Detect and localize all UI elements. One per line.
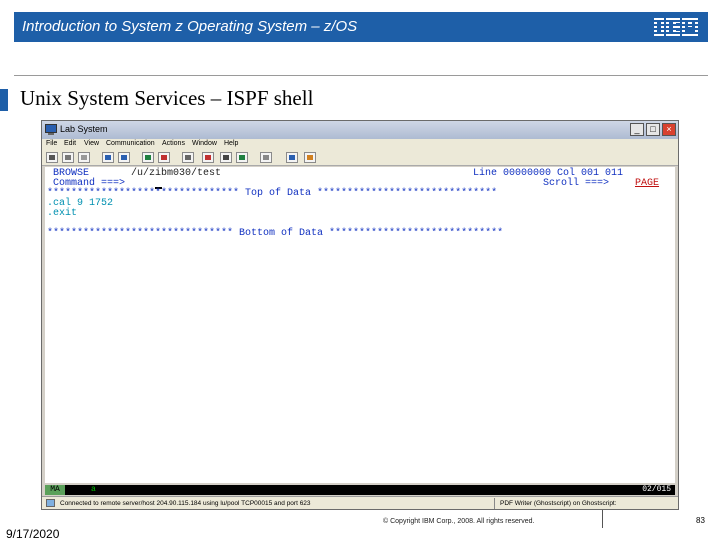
page-number: 83: [696, 516, 705, 525]
connection-status: Connected to remote server/host 204.90.1…: [60, 500, 311, 507]
scroll-label: Scroll ===>: [543, 178, 610, 189]
status-separator: [494, 498, 495, 509]
title-accent-bar: [0, 89, 8, 111]
terminal-emulator-window: Lab System _ □ × File Edit View Communic…: [41, 120, 679, 510]
menu-help[interactable]: Help: [224, 140, 238, 147]
menu-actions[interactable]: Actions: [162, 140, 185, 147]
oia-session-indicator: MA: [45, 485, 65, 495]
oia-cursor-position: 02/015: [642, 485, 671, 494]
menu-communication[interactable]: Communication: [106, 140, 155, 147]
close-button[interactable]: ×: [662, 123, 676, 136]
receive-icon[interactable]: [118, 152, 130, 163]
menu-edit[interactable]: Edit: [64, 140, 76, 147]
display-icon[interactable]: [142, 152, 154, 163]
bottom-of-data-marker: ******************************* Bottom o…: [47, 228, 504, 239]
footer-date: 9/17/2020: [6, 527, 60, 540]
oia-connection-indicator: a: [91, 485, 96, 494]
footer-copyright: © Copyright IBM Corp., 2008. All rights …: [383, 518, 535, 525]
play-icon[interactable]: [236, 152, 248, 163]
data-line-2: .exit: [47, 208, 78, 219]
terminal-screen[interactable]: BROWSE /u/zibm030/test Line 00000000 Col…: [45, 167, 675, 483]
slide-header-title: Introduction to System z Operating Syste…: [22, 18, 358, 35]
menu-window[interactable]: Window: [192, 140, 217, 147]
maximize-button[interactable]: □: [646, 123, 660, 136]
menu-file[interactable]: File: [46, 140, 57, 147]
macro-icon[interactable]: [202, 152, 214, 163]
help-icon[interactable]: [304, 152, 316, 163]
keyboard-icon[interactable]: [260, 152, 272, 163]
footer-divider: [602, 510, 603, 528]
paste-icon[interactable]: [78, 152, 90, 163]
menu-view[interactable]: View: [84, 140, 99, 147]
print-icon[interactable]: [46, 152, 58, 163]
ibm-logo: [654, 18, 698, 36]
toolbar: [42, 150, 678, 166]
record-icon[interactable]: [220, 152, 232, 163]
scroll-amount-field[interactable]: PAGE: [635, 179, 659, 189]
copy-icon[interactable]: [62, 152, 74, 163]
status-bar: Connected to remote server/host 204.90.1…: [42, 496, 678, 509]
settings-icon[interactable]: [182, 152, 194, 163]
slide-title: Unix System Services – ISPF shell: [20, 86, 314, 110]
printer-status: PDF Writer (Ghostscript) on Ghostscript:: [500, 500, 617, 507]
slide-header-bar: Introduction to System z Operating Syste…: [14, 12, 708, 42]
header-divider: [14, 75, 708, 76]
minimize-button[interactable]: _: [630, 123, 644, 136]
top-of-data-marker: ******************************** Top of …: [47, 188, 498, 199]
send-icon[interactable]: [102, 152, 114, 163]
connection-icon: [46, 499, 55, 507]
operator-info-area: MA a 02/015: [45, 485, 675, 495]
menu-bar: File Edit View Communication Actions Win…: [42, 139, 678, 150]
window-titlebar[interactable]: Lab System _ □ ×: [42, 121, 678, 139]
terminal-app-icon: [45, 124, 57, 135]
window-title: Lab System: [60, 124, 108, 134]
file-path: /u/zibm030/test: [131, 168, 222, 179]
color-icon[interactable]: [158, 152, 170, 163]
support-icon[interactable]: [286, 152, 298, 163]
